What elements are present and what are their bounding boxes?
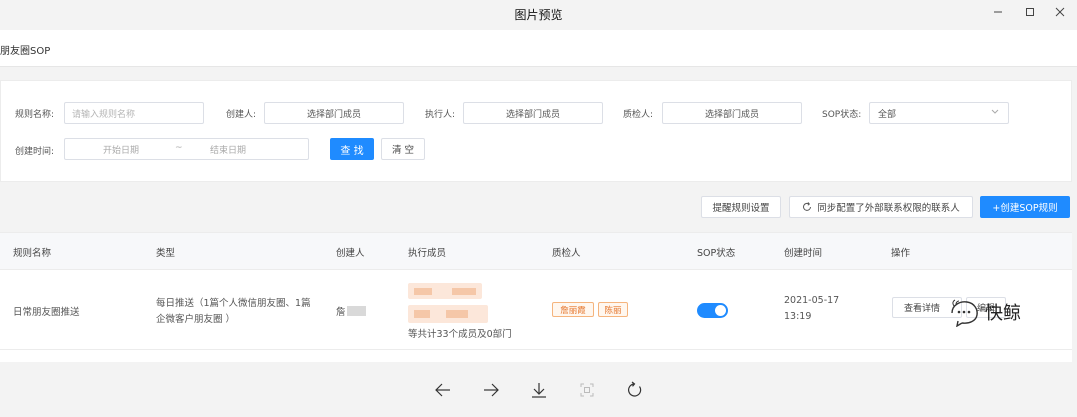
col-members: 执行成员: [408, 248, 447, 259]
inspector-tag: 陈丽: [598, 302, 628, 317]
creator-select[interactable]: 选择部门成员: [264, 102, 404, 124]
start-date-input[interactable]: 开始日期: [103, 143, 139, 156]
rotate-button[interactable]: [623, 378, 647, 402]
reminder-rules-button[interactable]: 提醒规则设置: [701, 196, 781, 218]
minimize-icon: [994, 11, 1002, 13]
inspector-select[interactable]: 选择部门成员: [662, 102, 802, 124]
sync-contacts-button[interactable]: 同步配置了外部联系权限的联系人: [789, 196, 973, 218]
maximize-button[interactable]: [1015, 3, 1045, 21]
whale-logo-icon: [951, 299, 978, 327]
sync-contacts-label: 同步配置了外部联系权限的联系人: [817, 203, 960, 214]
download-button[interactable]: [527, 378, 551, 402]
created-date: 2021-05-17: [784, 295, 840, 306]
col-actions: 操作: [891, 248, 911, 259]
executor-select[interactable]: 选择部门成员: [463, 102, 603, 124]
table-row: 日常朋友圈推送 每日推送（1篇个人微信朋友圈、1篇 企微客户朋友圈 ） 詹 等共…: [0, 270, 1072, 350]
filter-panel: 规则名称: 请输入规则名称 创建人: 选择部门成员 执行人: 选择部门成员 质检…: [0, 80, 1072, 182]
fit-screen-button[interactable]: [575, 378, 599, 402]
redacted-member-mark: [446, 310, 468, 318]
sop-status-select[interactable]: 全部: [869, 102, 1009, 124]
sop-table: 规则名称 类型 创建人 执行成员 质检人 SOP状态 创建时间 操作 日常朋友圈…: [0, 232, 1072, 362]
view-details-label: 查看详情: [904, 304, 941, 314]
col-created-time: 创建时间: [784, 248, 823, 259]
sop-status-toggle[interactable]: [697, 303, 728, 318]
date-separator: ~: [175, 143, 183, 153]
close-button[interactable]: [1045, 3, 1075, 21]
creator-name: 詹: [336, 307, 346, 318]
redacted-member-mark: [414, 310, 430, 318]
date-range-picker[interactable]: 开始日期 ~ 结束日期: [64, 138, 309, 160]
watermark: 快鲸: [948, 297, 1021, 327]
arrow-left-icon: [435, 383, 450, 397]
download-icon: [532, 383, 546, 398]
window-titlebar: 图片预览: [0, 0, 1077, 30]
col-inspector: 质检人: [552, 248, 581, 259]
inspector-tag: 詹丽霞: [552, 302, 594, 317]
col-sop-status: SOP状态: [697, 248, 736, 259]
previous-button[interactable]: [431, 378, 455, 402]
create-sop-rule-button[interactable]: +创建SOP规则: [980, 196, 1070, 218]
rule-name-label: 规则名称:: [15, 110, 55, 120]
clear-button[interactable]: 清 空: [381, 138, 425, 160]
redacted-creator: [347, 306, 366, 316]
members-summary: 等共计33个成员及0部门: [408, 329, 512, 340]
arrow-right-icon: [484, 383, 499, 397]
next-button[interactable]: [479, 378, 503, 402]
creator-cell: 詹: [336, 304, 346, 318]
col-rule-name: 规则名称: [13, 248, 52, 259]
toggle-knob: [715, 305, 726, 316]
redacted-member-mark: [414, 288, 432, 295]
page-title: 朋友圈SOP: [0, 46, 51, 57]
type-cell-line1: 每日推送（1篇个人微信朋友圈、1篇: [156, 298, 311, 309]
window-title: 图片预览: [514, 8, 563, 22]
created-time-label: 创建时间:: [15, 147, 55, 157]
chevron-down-icon: [991, 109, 999, 114]
reminder-rules-label: 提醒规则设置: [712, 203, 770, 214]
page-header: 朋友圈SOP: [0, 30, 1077, 67]
end-date-input[interactable]: 结束日期: [210, 143, 246, 156]
table-header: 规则名称 类型 创建人 执行成员 质检人 SOP状态 创建时间 操作: [0, 233, 1072, 270]
maximize-icon: [1026, 8, 1034, 16]
fit-screen-icon: [580, 383, 594, 397]
redacted-member-mark: [452, 288, 476, 295]
creator-label: 创建人:: [226, 110, 257, 120]
minimize-button[interactable]: [983, 3, 1013, 21]
rule-name-cell: 日常朋友圈推送: [13, 307, 80, 318]
rotate-icon: [628, 381, 642, 397]
sop-status-value: 全部: [878, 109, 897, 120]
col-type: 类型: [156, 248, 176, 259]
created-time: 13:19: [784, 311, 812, 322]
inspector-label: 质检人:: [623, 110, 654, 120]
refresh-icon: [803, 202, 812, 211]
rule-name-input[interactable]: 请输入规则名称: [64, 102, 204, 124]
executor-label: 执行人:: [425, 110, 456, 120]
search-button[interactable]: 查 找: [330, 138, 374, 160]
type-cell-line2: 企微客户朋友圈 ）: [156, 314, 236, 325]
create-sop-rule-label: +创建SOP规则: [992, 203, 1058, 214]
close-icon: [1055, 7, 1065, 17]
watermark-text: 快鲸: [985, 303, 1021, 324]
col-creator: 创建人: [336, 248, 365, 259]
sop-status-label: SOP状态:: [822, 110, 862, 120]
